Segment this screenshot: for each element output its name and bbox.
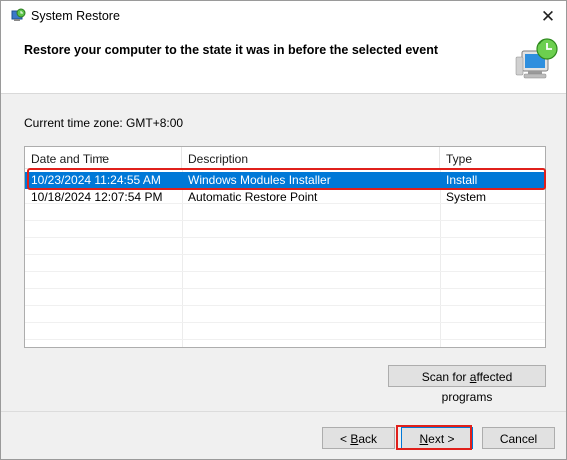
grid-line xyxy=(25,220,545,221)
grid-line xyxy=(25,305,545,306)
system-restore-icon xyxy=(11,8,26,21)
column-date-and-time[interactable]: ⌄ Date and Time xyxy=(25,147,182,169)
row-type: Install xyxy=(446,173,478,187)
table-row[interactable]: 10/18/2024 12:07:54 PM Automatic Restore… xyxy=(25,189,545,206)
column-description[interactable]: Description xyxy=(182,147,440,169)
page-title: Restore your computer to the state it wa… xyxy=(24,43,438,57)
button-label-part: < xyxy=(339,432,351,446)
next-button[interactable]: Next > xyxy=(401,427,473,449)
column-type[interactable]: Type xyxy=(440,147,545,169)
column-label: Date and Time xyxy=(31,152,110,166)
footer-divider xyxy=(1,411,566,412)
button-label-mnemonic: N xyxy=(419,432,429,446)
title-bar: System Restore ✕ xyxy=(1,1,566,32)
column-label: Type xyxy=(446,152,473,166)
computer-clock-restore-icon xyxy=(515,38,558,79)
grid-line xyxy=(25,237,545,238)
row-description: Automatic Restore Point xyxy=(188,190,318,204)
grid-line xyxy=(25,322,545,323)
grid-line xyxy=(25,254,545,255)
grid-line xyxy=(25,288,545,289)
column-label: Description xyxy=(188,152,249,166)
cancel-button[interactable]: Cancel xyxy=(482,427,555,449)
timezone-label: Current time zone: GMT+8:00 xyxy=(24,116,184,130)
window-title: System Restore xyxy=(31,9,120,23)
system-restore-window: System Restore ✕ Restore your computer t… xyxy=(0,0,567,460)
header-banner: Restore your computer to the state it wa… xyxy=(1,32,566,94)
table-row[interactable]: 10/23/2024 11:24:55 AM Windows Modules I… xyxy=(25,172,545,189)
row-description: Windows Modules Installer xyxy=(188,173,331,187)
close-icon[interactable]: ✕ xyxy=(536,5,560,29)
back-button[interactable]: < Back xyxy=(322,427,395,449)
button-label-part: ext > xyxy=(428,432,455,446)
restore-points-list[interactable]: ⌄ Date and Time Description Type 10/23/2… xyxy=(24,146,546,348)
button-label-part: ack xyxy=(358,432,378,446)
row-type: System xyxy=(446,190,487,204)
row-date: 10/23/2024 11:24:55 AM xyxy=(31,173,161,187)
row-date: 10/18/2024 12:07:54 PM xyxy=(31,190,163,204)
sort-descending-icon: ⌄ xyxy=(99,151,106,160)
scan-affected-programs-button[interactable]: Scan for affected programs xyxy=(388,365,546,404)
grid-line xyxy=(25,339,545,340)
grid-line xyxy=(25,271,545,272)
button-label-part: Scan for xyxy=(421,370,470,384)
list-header: ⌄ Date and Time Description Type xyxy=(25,147,545,169)
